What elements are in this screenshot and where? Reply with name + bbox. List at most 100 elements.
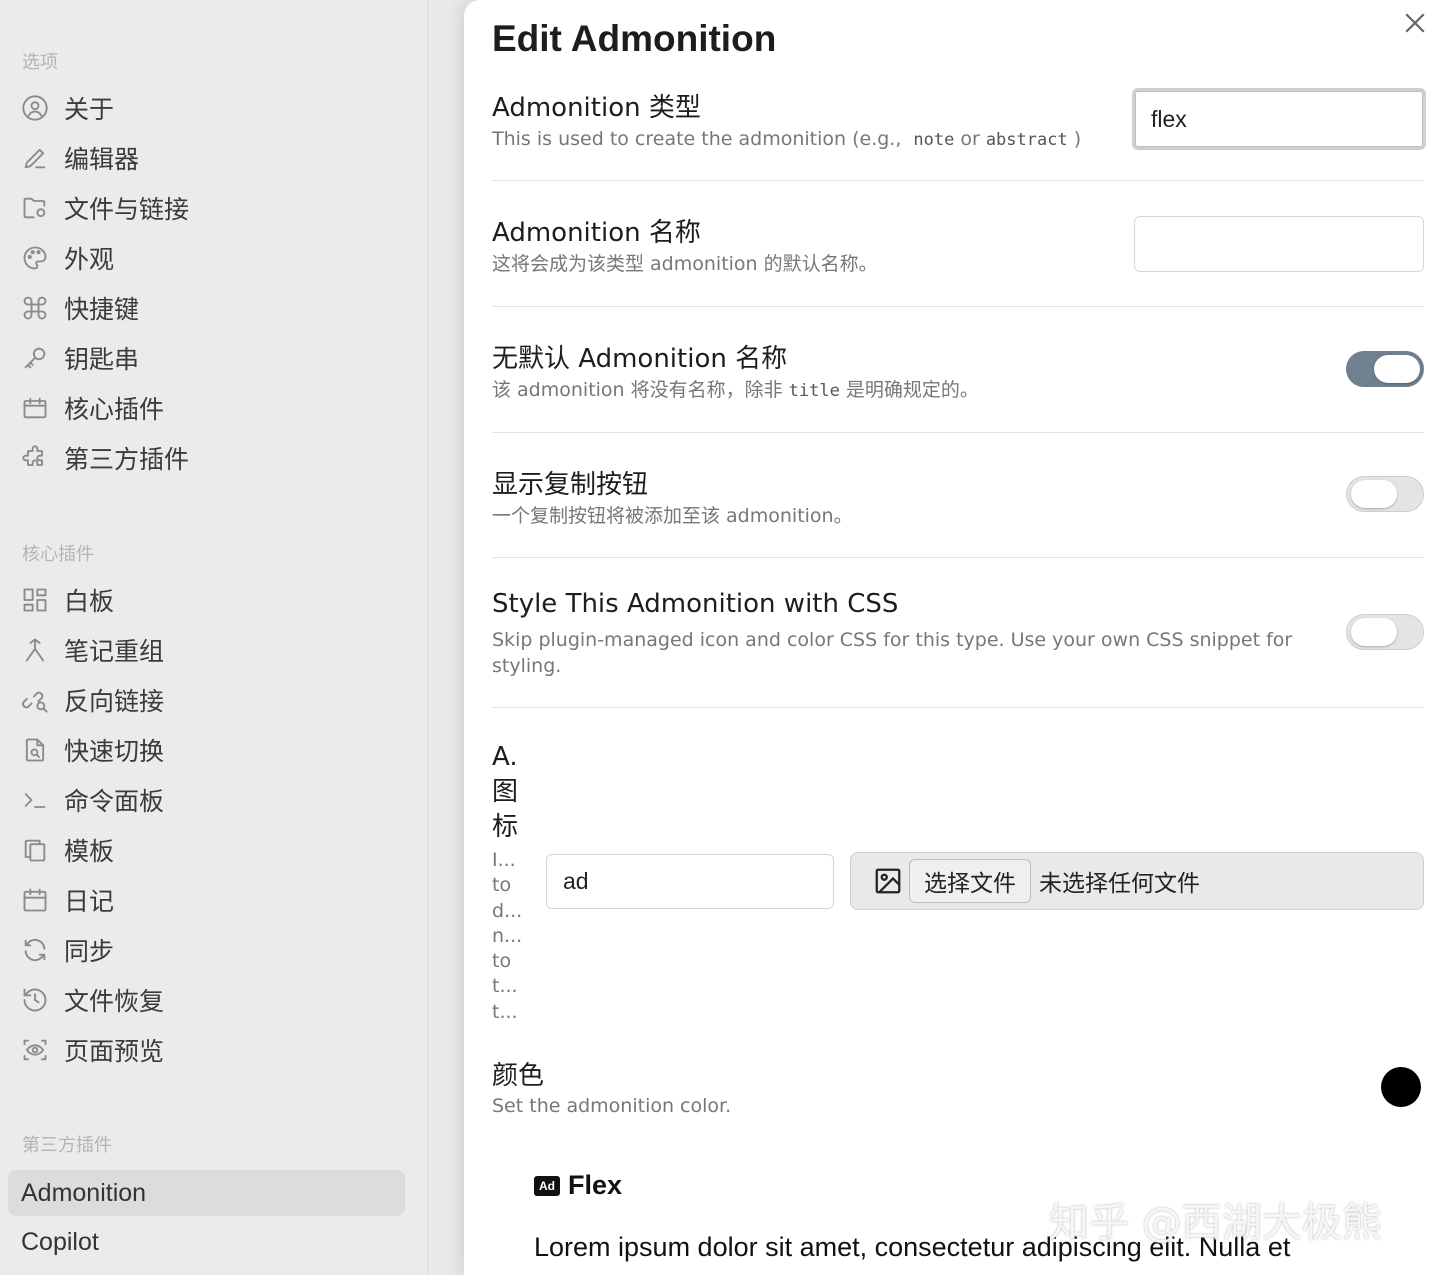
calendar-icon — [21, 886, 49, 914]
toggle-knob — [1351, 480, 1397, 508]
icon-input[interactable] — [546, 854, 834, 909]
sidebar-item-page-preview[interactable]: 页面预览 — [8, 1027, 405, 1073]
title-input[interactable] — [1134, 216, 1424, 272]
sidebar-item-about[interactable]: 关于 — [8, 85, 405, 131]
setting-name: Style This Admonition with CSS — [492, 589, 899, 619]
sidebar-item-keychain[interactable]: 钥匙串 — [8, 335, 405, 381]
sidebar-item-label: Copilot — [21, 1227, 99, 1256]
admonition-preview-title: Ad Flex — [534, 1170, 622, 1201]
close-button[interactable] — [1400, 8, 1430, 38]
toggle-knob — [1374, 355, 1420, 383]
icon-setting-name: A. 图 标 — [492, 742, 519, 842]
sidebar-item-label: 命令面板 — [64, 787, 165, 816]
sync-icon — [21, 936, 49, 964]
sidebar-item-label: 模板 — [64, 837, 115, 866]
history-icon — [21, 986, 49, 1014]
watermark: 知乎 @西湖大极熊 — [1049, 1200, 1382, 1246]
setting-desc: Skip plugin-managed icon and color CSS f… — [492, 629, 1293, 677]
puzzle-icon — [21, 444, 49, 472]
sidebar-item-file-recovery[interactable]: 文件恢复 — [8, 977, 405, 1023]
sidebar-item-label: 外观 — [64, 245, 115, 274]
sidebar-item-label: 文件恢复 — [64, 987, 165, 1016]
close-icon — [1405, 13, 1425, 33]
no-file-label: 未选择任何文件 — [1039, 871, 1200, 897]
section-label-community: 第三方插件 — [22, 1135, 112, 1156]
sidebar-item-sync[interactable]: 同步 — [8, 927, 405, 973]
sidebar-item-label: 编辑器 — [64, 145, 140, 174]
calendar-box-icon — [21, 394, 49, 422]
sidebar-item-backlinks[interactable]: 反向链接 — [8, 677, 405, 723]
sidebar-item-label: 笔记重组 — [64, 637, 165, 666]
merge-icon — [21, 636, 49, 664]
sidebar-item-label: 快捷键 — [64, 295, 140, 324]
sidebar-item-label: Admonition — [21, 1178, 147, 1207]
modal-title: Edit Admonition — [492, 18, 777, 59]
toggle-knob — [1351, 618, 1397, 646]
layout-grid-icon — [21, 586, 49, 614]
sidebar-item-copilot[interactable]: Copilot — [8, 1219, 405, 1265]
sidebar-item-core-plugins[interactable]: 核心插件 — [8, 385, 405, 431]
sidebar-item-admonition[interactable]: Admonition — [8, 1170, 405, 1216]
copy-button-toggle[interactable] — [1346, 476, 1424, 512]
sidebar-item-label: 页面预览 — [64, 1037, 165, 1066]
settings-sidebar: 选项 关于 编辑器 文件与链接 外观 快捷键 钥匙串 核心插件 第三方插件 核心… — [0, 0, 428, 1275]
key-icon — [21, 344, 49, 372]
preview-title-text: Flex — [568, 1170, 623, 1200]
copy-icon — [21, 836, 49, 864]
sidebar-item-label: 核心插件 — [64, 395, 165, 424]
sidebar-item-editor[interactable]: 编辑器 — [8, 135, 405, 181]
command-icon — [21, 294, 49, 322]
terminal-icon — [21, 786, 49, 814]
setting-desc: This is used to create the admonition (e… — [492, 128, 1082, 150]
eye-scan-icon — [21, 1036, 49, 1064]
setting-name: 无默认 Admonition 名称 — [492, 344, 788, 374]
link-search-icon — [21, 686, 49, 714]
sidebar-item-label: 同步 — [64, 937, 115, 966]
folder-cog-icon — [21, 194, 49, 222]
sidebar-item-templates[interactable]: 模板 — [8, 827, 405, 873]
color-picker[interactable] — [1381, 1067, 1421, 1107]
sidebar-item-note-composer[interactable]: 笔记重组 — [8, 627, 405, 673]
css-toggle[interactable] — [1346, 614, 1424, 650]
sidebar-item-label: 钥匙串 — [64, 345, 140, 374]
image-icon — [873, 866, 903, 896]
no-title-toggle[interactable] — [1346, 351, 1424, 387]
sidebar-item-command-palette[interactable]: 命令面板 — [8, 777, 405, 823]
type-input[interactable] — [1132, 88, 1426, 150]
edit-admonition-modal: Edit Admonition Admonition 类型 This is us… — [464, 0, 1440, 1275]
sidebar-item-quick-switcher[interactable]: 快速切换 — [8, 727, 405, 773]
setting-copy-button: 显示复制按钮 一个复制按钮将被添加至该 admonition。 — [492, 433, 1424, 558]
setting-desc: 这将会成为该类型 admonition 的默认名称。 — [492, 253, 878, 275]
sidebar-item-label: 关于 — [64, 95, 115, 124]
icon-file-picker[interactable]: 选择文件 未选择任何文件 — [850, 852, 1424, 910]
setting-name: Admonition 类型 — [492, 93, 701, 123]
file-search-icon — [21, 736, 49, 764]
sidebar-item-label: 反向链接 — [64, 687, 165, 716]
setting-name: 显示复制按钮 — [492, 470, 649, 500]
user-circle-icon — [21, 94, 49, 122]
sidebar-item-files-links[interactable]: 文件与链接 — [8, 185, 405, 231]
sidebar-item-appearance[interactable]: 外观 — [8, 235, 405, 281]
icon-setting-desc: I... to d... n... to t... t... — [492, 849, 523, 1023]
color-setting-name: 颜色 — [492, 1061, 545, 1091]
section-label-options: 选项 — [22, 52, 58, 73]
setting-name: Admonition 名称 — [492, 218, 701, 248]
setting-css: Style This Admonition with CSS Skip plug… — [492, 558, 1424, 708]
sidebar-item-community-plugins[interactable]: 第三方插件 — [8, 435, 405, 481]
sidebar-item-label: 日记 — [64, 887, 115, 916]
pencil-icon — [21, 144, 49, 172]
sidebar-item-label: 第三方插件 — [64, 445, 190, 474]
palette-icon — [21, 244, 49, 272]
sidebar-item-canvas[interactable]: 白板 — [8, 577, 405, 623]
setting-desc: 一个复制按钮将被添加至该 admonition。 — [492, 505, 853, 527]
setting-no-title: 无默认 Admonition 名称 该 admonition 将没有名称，除非 t… — [492, 307, 1424, 433]
sidebar-item-daily-notes[interactable]: 日记 — [8, 877, 405, 923]
setting-desc: 该 admonition 将没有名称，除非 title 是明确规定的。 — [492, 379, 979, 401]
section-label-core: 核心插件 — [22, 544, 94, 565]
sidebar-item-label: 快速切换 — [64, 737, 165, 766]
sidebar-item-label: 白板 — [64, 587, 115, 616]
sidebar-item-label: 文件与链接 — [64, 195, 190, 224]
choose-file-button[interactable]: 选择文件 — [909, 859, 1031, 903]
sidebar-item-hotkeys[interactable]: 快捷键 — [8, 285, 405, 331]
ad-icon: Ad — [534, 1175, 560, 1196]
